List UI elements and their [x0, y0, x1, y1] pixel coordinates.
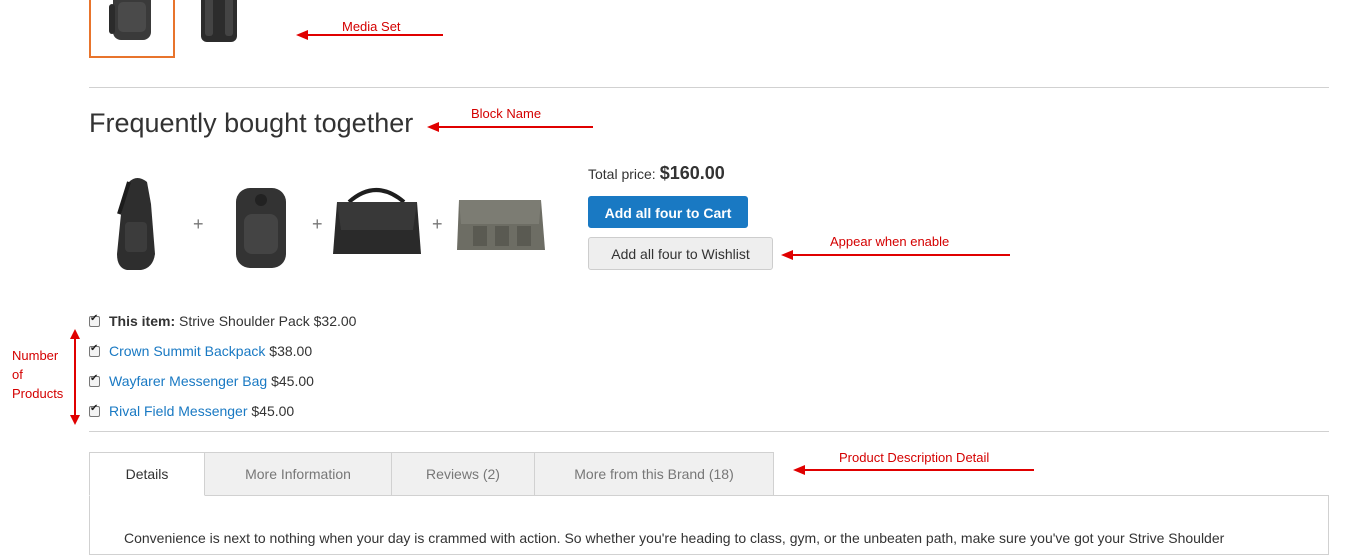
this-item-prefix: This item: — [109, 313, 176, 329]
add-all-to-wishlist-button[interactable]: Add all four to Wishlist — [588, 237, 773, 270]
arrow-left-icon — [781, 250, 793, 260]
list-item: Crown Summit Backpack $38.00 — [89, 341, 312, 361]
item-price: $32.00 — [313, 313, 357, 329]
item-price: $45.00 — [251, 403, 295, 419]
checkbox-crown-summit[interactable] — [89, 343, 100, 357]
arrow-line — [436, 126, 593, 128]
annotation-number-line1: Number — [12, 348, 59, 363]
canvas-messenger-image[interactable] — [453, 190, 548, 260]
total-price-value: $160.00 — [659, 163, 725, 183]
media-thumbnail-1[interactable] — [89, 0, 175, 58]
item-name: Strive Shoulder Pack — [179, 313, 310, 329]
item-link[interactable]: Wayfarer Messenger Bag — [109, 373, 267, 389]
annotation-block-name: Block Name — [471, 106, 542, 121]
backpack-image — [109, 0, 151, 40]
arrow-left-icon — [793, 465, 805, 475]
annotation-number-line3: Products — [12, 386, 64, 401]
tab-reviews[interactable]: Reviews (2) — [391, 452, 535, 496]
backpack-back-image — [201, 0, 237, 42]
divider-bottom — [89, 431, 1329, 432]
add-all-to-cart-button[interactable]: Add all four to Cart — [588, 196, 748, 228]
checkbox-wayfarer[interactable] — [89, 373, 100, 387]
plus-sign: + — [193, 214, 204, 234]
item-price: $45.00 — [271, 373, 314, 389]
tab-details[interactable]: Details — [89, 452, 205, 496]
arrow-left-icon — [427, 122, 439, 132]
arrow-line — [802, 469, 1034, 471]
item-price: $38.00 — [269, 343, 313, 359]
tab-more-information[interactable]: More Information — [204, 452, 392, 496]
list-item: Wayfarer Messenger Bag $45.00 — [89, 371, 314, 391]
annotation-product-description: Product Description Detail — [839, 450, 990, 465]
total-price: Total price: $160.00 — [588, 163, 725, 184]
backpack-image[interactable] — [226, 184, 296, 274]
messenger-bag-image[interactable] — [329, 184, 424, 264]
divider-top — [89, 87, 1329, 88]
arrow-line — [790, 254, 1010, 256]
checkbox-this-item[interactable] — [89, 313, 100, 327]
total-price-label: Total price: — [588, 166, 656, 182]
list-item: Rival Field Messenger $45.00 — [89, 401, 294, 421]
item-link[interactable]: Crown Summit Backpack — [109, 343, 265, 359]
block-title: Frequently bought together — [89, 108, 414, 138]
plus-sign: + — [312, 214, 323, 234]
arrow-line — [305, 34, 443, 36]
arrow-left-icon — [296, 30, 308, 40]
sling-bag-image[interactable] — [107, 174, 167, 274]
tab-more-from-brand[interactable]: More from this Brand (18) — [534, 452, 774, 496]
checkbox-rival-field[interactable] — [89, 403, 100, 417]
annotation-number-line2: of — [12, 367, 23, 382]
annotation-media-set: Media Set — [342, 19, 401, 34]
tab-panel — [89, 495, 1329, 555]
annotation-appear-when-enable: Appear when enable — [830, 234, 950, 249]
media-thumbnail-2[interactable] — [189, 0, 275, 58]
item-link[interactable]: Rival Field Messenger — [109, 403, 248, 419]
plus-sign: + — [432, 214, 443, 234]
list-item: This item: Strive Shoulder Pack $32.00 — [89, 311, 356, 331]
double-arrow-icon — [70, 329, 80, 425]
